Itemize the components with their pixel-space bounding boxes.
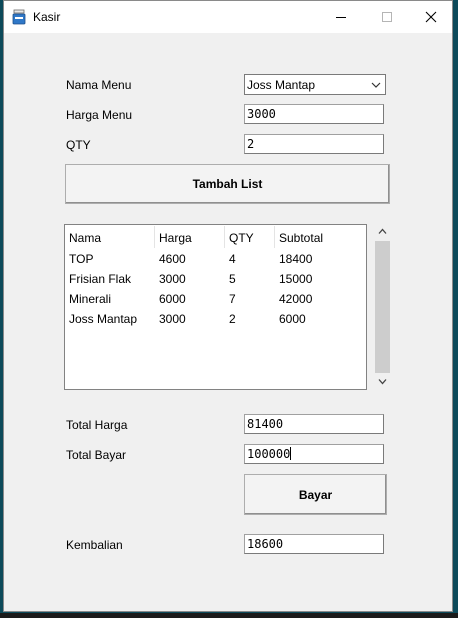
harga-menu-label: Harga Menu <box>66 108 133 122</box>
kembalian-input[interactable]: 18600 <box>244 534 384 554</box>
cell-qty: 2 <box>229 312 236 326</box>
column-header-nama: Nama <box>69 231 102 245</box>
list-scrollbar[interactable] <box>374 224 391 390</box>
order-list[interactable]: Nama Harga QTY Subtotal TOP 4600 4 18400… <box>64 224 367 390</box>
total-harga-label: Total Harga <box>66 418 128 432</box>
scroll-up-arrow-icon[interactable] <box>378 228 387 235</box>
column-divider <box>274 226 275 248</box>
maximize-button[interactable] <box>364 1 410 33</box>
cell-qty: 7 <box>229 292 236 306</box>
total-bayar-value: 100000 <box>247 447 291 461</box>
minimize-icon <box>336 17 346 18</box>
column-header-harga: Harga <box>159 231 192 245</box>
tambah-list-button[interactable]: Tambah List <box>65 164 390 204</box>
cell-subtotal: 42000 <box>279 292 313 306</box>
chevron-down-icon <box>371 82 381 88</box>
close-icon <box>425 11 437 23</box>
maximize-icon <box>382 12 392 22</box>
total-bayar-input[interactable]: 100000 <box>244 444 384 464</box>
kasir-window: Kasir Nama Menu Joss Mantap Harga Menu 3… <box>3 0 453 612</box>
cell-harga: 4600 <box>159 252 186 266</box>
column-divider <box>224 226 225 248</box>
app-icon <box>12 9 26 25</box>
cell-harga: 6000 <box>159 292 186 306</box>
cell-nama: Joss Mantap <box>69 312 138 326</box>
qty-input[interactable]: 2 <box>244 134 384 154</box>
title-bar[interactable]: Kasir <box>4 1 452 33</box>
window-title: Kasir <box>33 10 61 24</box>
nama-menu-selected: Joss Mantap <box>247 78 316 92</box>
desktop-taskbar-edge <box>0 613 458 618</box>
cell-subtotal: 6000 <box>279 312 306 326</box>
minimize-button[interactable] <box>318 1 364 33</box>
cell-nama: TOP <box>69 252 94 266</box>
cell-harga: 3000 <box>159 312 186 326</box>
cell-harga: 3000 <box>159 272 186 286</box>
tambah-list-button-label: Tambah List <box>192 177 263 191</box>
column-header-subtotal: Subtotal <box>279 231 324 245</box>
column-divider <box>154 226 155 248</box>
cell-subtotal: 18400 <box>279 252 313 266</box>
total-harga-input[interactable]: 81400 <box>244 414 384 434</box>
cell-qty: 4 <box>229 252 236 266</box>
total-bayar-label: Total Bayar <box>66 448 127 462</box>
qty-label: QTY <box>66 138 91 152</box>
scrollbar-thumb[interactable] <box>375 241 390 373</box>
kembalian-label: Kembalian <box>66 538 123 552</box>
cell-qty: 5 <box>229 272 236 286</box>
cell-subtotal: 15000 <box>279 272 313 286</box>
close-button[interactable] <box>408 1 454 33</box>
cell-nama: Frisian Flak <box>69 272 132 286</box>
bayar-button-label: Bayar <box>298 487 333 502</box>
cell-nama: Minerali <box>69 292 112 306</box>
nama-menu-combobox[interactable]: Joss Mantap <box>244 74 386 95</box>
nama-menu-label: Nama Menu <box>66 78 132 92</box>
text-caret <box>290 447 292 460</box>
scroll-down-arrow-icon[interactable] <box>378 378 387 385</box>
harga-menu-input[interactable]: 3000 <box>244 104 384 124</box>
bayar-button[interactable]: Bayar <box>244 474 387 515</box>
column-header-qty: QTY <box>229 231 254 245</box>
